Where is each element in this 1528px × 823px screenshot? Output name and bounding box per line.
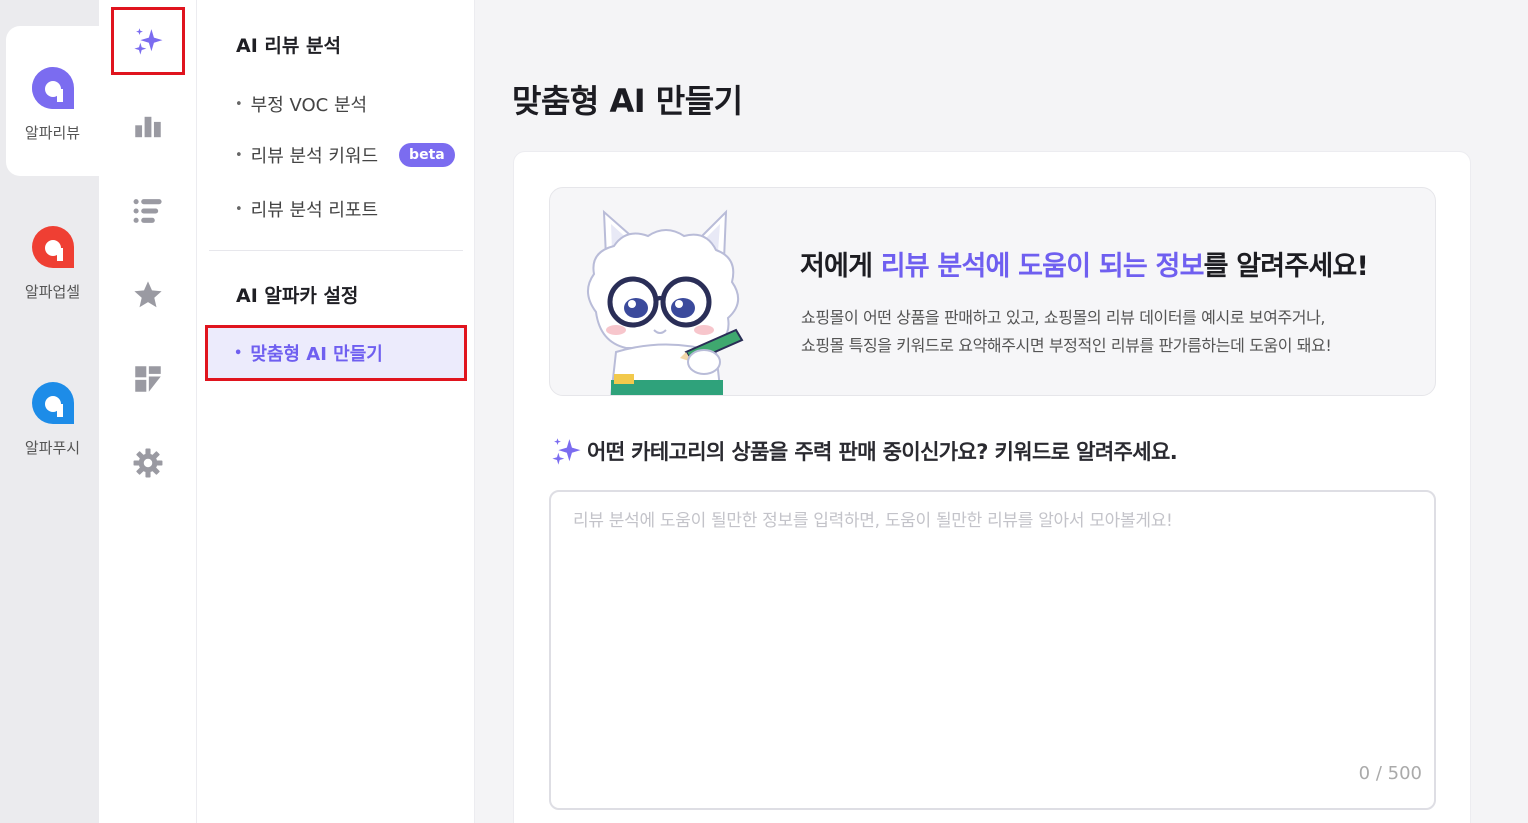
banner-description-line: 쇼핑몰이 어떤 상품을 판매하고 있고, 쇼핑몰의 리뷰 데이터를 예시로 보여… bbox=[801, 308, 1326, 327]
gear-icon bbox=[133, 448, 163, 478]
banner-headline-pre: 저에게 bbox=[800, 251, 881, 282]
bullet: • bbox=[235, 96, 243, 112]
alpha-push-logo-icon bbox=[31, 382, 74, 424]
rail-ai-button[interactable] bbox=[111, 7, 185, 75]
bar-chart-icon bbox=[135, 116, 161, 138]
rail-star-button[interactable] bbox=[113, 260, 183, 330]
beta-badge: beta bbox=[399, 143, 455, 167]
rail-statistics-button[interactable] bbox=[113, 92, 183, 162]
info-banner: 저에게 리뷰 분석에 도움이 되는 정보를 알려주세요! 쇼핑몰이 어떤 상품을… bbox=[549, 187, 1436, 396]
alpha-upsell-logo-icon bbox=[31, 226, 74, 268]
submenu-panel: AI 리뷰 분석 • 부정 VOC 분석 • 리뷰 분석 키워드 beta • … bbox=[197, 0, 475, 823]
app-alpha-push[interactable]: 알파푸시 bbox=[6, 341, 99, 491]
submenu-item-review-report[interactable]: • 리뷰 분석 리포트 bbox=[235, 196, 378, 222]
submenu-section-title: AI 알파카 설정 bbox=[236, 285, 359, 307]
rail-dashboard-button[interactable] bbox=[113, 344, 183, 414]
keyword-textarea[interactable] bbox=[551, 492, 1434, 808]
sparkle-icon bbox=[134, 28, 163, 55]
list-icon bbox=[133, 199, 162, 223]
submenu-item-custom-ai[interactable]: • 맞춤형 AI 만들기 bbox=[205, 325, 467, 381]
submenu-item-label: 맞춤형 AI 만들기 bbox=[250, 344, 383, 365]
star-icon bbox=[134, 281, 162, 308]
dashboard-icon bbox=[135, 366, 161, 392]
banner-description: 쇼핑몰이 어떤 상품을 판매하고 있고, 쇼핑몰의 리뷰 데이터를 예시로 보여… bbox=[801, 304, 1332, 360]
char-counter: 0 / 500 bbox=[1358, 763, 1422, 784]
icon-rail bbox=[99, 0, 197, 823]
submenu-item-label: 리뷰 분석 리포트 bbox=[250, 200, 379, 221]
alpaca-mascot-illustration bbox=[587, 209, 744, 395]
rail-list-button[interactable] bbox=[113, 176, 183, 246]
app-label: 알파푸시 bbox=[24, 439, 81, 457]
question-heading: 어떤 카테고리의 상품을 주력 판매 중이신가요? 키워드로 알려주세요. bbox=[549, 434, 1178, 468]
app-alpha-review[interactable]: 알파리뷰 bbox=[6, 26, 99, 176]
alpha-review-logo-icon bbox=[31, 67, 74, 109]
bullet: • bbox=[234, 345, 243, 361]
banner-headline-accent: 리뷰 분석에 도움이 되는 정보 bbox=[880, 251, 1205, 282]
submenu-item-negative-voc[interactable]: • 부정 VOC 분석 bbox=[235, 91, 367, 117]
app-root: 알파리뷰 알파업셀 알파푸시 AI 리뷰 분석 • 부정 VOC 분석 • 리뷰… bbox=[0, 0, 1528, 823]
app-alpha-upsell[interactable]: 알파업셀 bbox=[6, 185, 99, 335]
submenu-item-review-keywords[interactable]: • 리뷰 분석 키워드 beta bbox=[235, 142, 455, 168]
banner-description-line: 쇼핑몰 특징을 키워드로 요약해주시면 부정적인 리뷰를 판가름하는데 도움이 … bbox=[801, 336, 1332, 355]
content-card: 저에게 리뷰 분석에 도움이 되는 정보를 알려주세요! 쇼핑몰이 어떤 상품을… bbox=[513, 151, 1471, 823]
submenu-divider bbox=[209, 250, 463, 251]
rail-settings-button[interactable] bbox=[113, 428, 183, 498]
banner-headline-post: 를 알려주세요! bbox=[1203, 251, 1369, 282]
keyword-input-box: 0 / 500 bbox=[549, 490, 1436, 810]
bullet: • bbox=[235, 147, 243, 163]
app-switcher: 알파리뷰 알파업셀 알파푸시 bbox=[0, 0, 99, 823]
banner-headline: 저에게 리뷰 분석에 도움이 되는 정보를 알려주세요! bbox=[800, 244, 1369, 283]
submenu-item-label: 리뷰 분석 키워드 bbox=[250, 146, 379, 167]
page-title: 맞춤형 AI 만들기 bbox=[512, 82, 743, 120]
sparkle-icon bbox=[552, 438, 581, 465]
submenu-item-label: 부정 VOC 분석 bbox=[250, 95, 368, 116]
question-text: 어떤 카테고리의 상품을 주력 판매 중이신가요? 키워드로 알려주세요. bbox=[587, 440, 1178, 464]
submenu-section-title: AI 리뷰 분석 bbox=[236, 35, 341, 57]
bullet: • bbox=[235, 201, 243, 217]
app-label: 알파리뷰 bbox=[24, 124, 81, 142]
main-content: 맞춤형 AI 만들기 저에게 리뷰 분석에 도움이 되는 정보를 알려주세요! … bbox=[475, 0, 1528, 823]
app-label: 알파업셀 bbox=[24, 283, 81, 301]
